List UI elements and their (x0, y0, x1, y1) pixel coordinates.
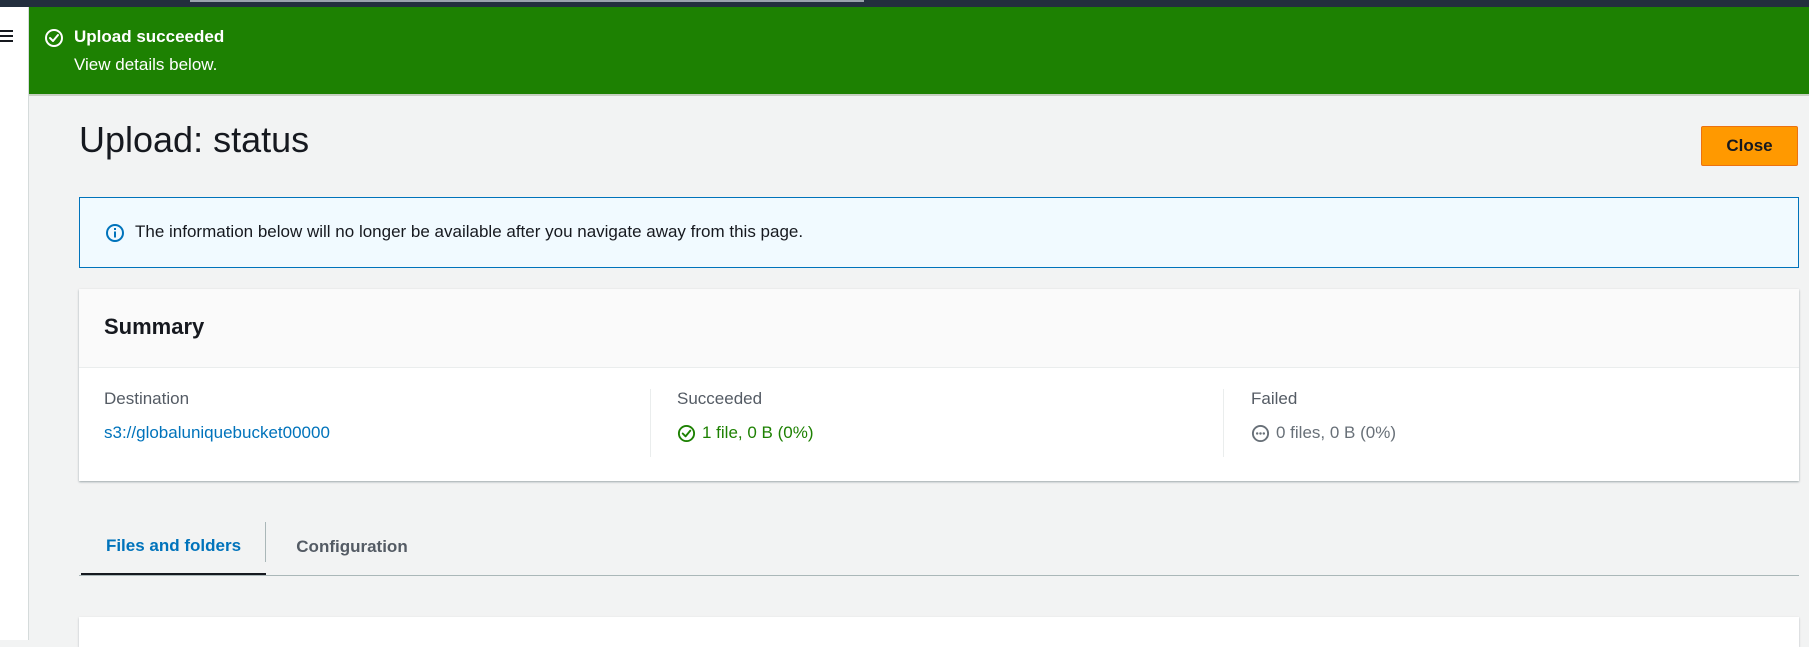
destination-column: Destination s3://globaluniquebucket00000 (104, 389, 651, 457)
summary-container: Summary Destination s3://globaluniquebuc… (79, 289, 1799, 481)
destination-value: s3://globaluniquebucket00000 (104, 423, 330, 443)
destination-link[interactable]: s3://globaluniquebucket00000 (104, 423, 330, 443)
info-alert: The information below will no longer be … (79, 197, 1799, 268)
success-flash-banner: Upload succeeded View details below. (29, 7, 1809, 96)
page-title: Upload: status (79, 119, 310, 160)
failed-label: Failed (1251, 389, 1298, 408)
tab-divider (265, 522, 266, 562)
failed-text: 0 files, 0 B (0%) (1276, 423, 1396, 442)
tab-configuration[interactable]: Configuration (267, 518, 437, 575)
summary-header: Summary (79, 289, 1799, 368)
topbar-strip (190, 0, 864, 2)
summary-title: Summary (104, 314, 205, 339)
succeeded-column: Succeeded 1 file, 0 B (0%) (677, 389, 1224, 457)
destination-label: Destination (104, 389, 190, 408)
failed-value: 0 files, 0 B (0%) (1251, 423, 1396, 443)
failed-column: Failed 0 files, 0 B (0%) (1251, 389, 1771, 457)
succeeded-label: Succeeded (677, 389, 763, 408)
tab-files-and-folders[interactable]: Files and folders (81, 518, 266, 575)
check-circle-icon (677, 424, 696, 443)
flash-title: Upload succeeded (74, 27, 225, 46)
hamburger-menu-icon[interactable] (0, 29, 14, 43)
info-alert-text: The information below will no longer be … (135, 222, 804, 241)
succeeded-text: 1 file, 0 B (0%) (702, 423, 814, 442)
ellipsis-circle-icon (1251, 424, 1270, 443)
side-navigation-rail (0, 7, 29, 640)
top-navigation-bar (0, 0, 1809, 7)
close-button[interactable]: Close (1701, 126, 1798, 166)
info-icon (105, 223, 125, 243)
check-circle-icon (44, 28, 64, 48)
files-and-folders-panel (79, 617, 1799, 647)
succeeded-value: 1 file, 0 B (0%) (677, 423, 814, 443)
tab-list: Files and folders Configuration (79, 518, 1799, 576)
flash-text: View details below. (74, 55, 218, 74)
